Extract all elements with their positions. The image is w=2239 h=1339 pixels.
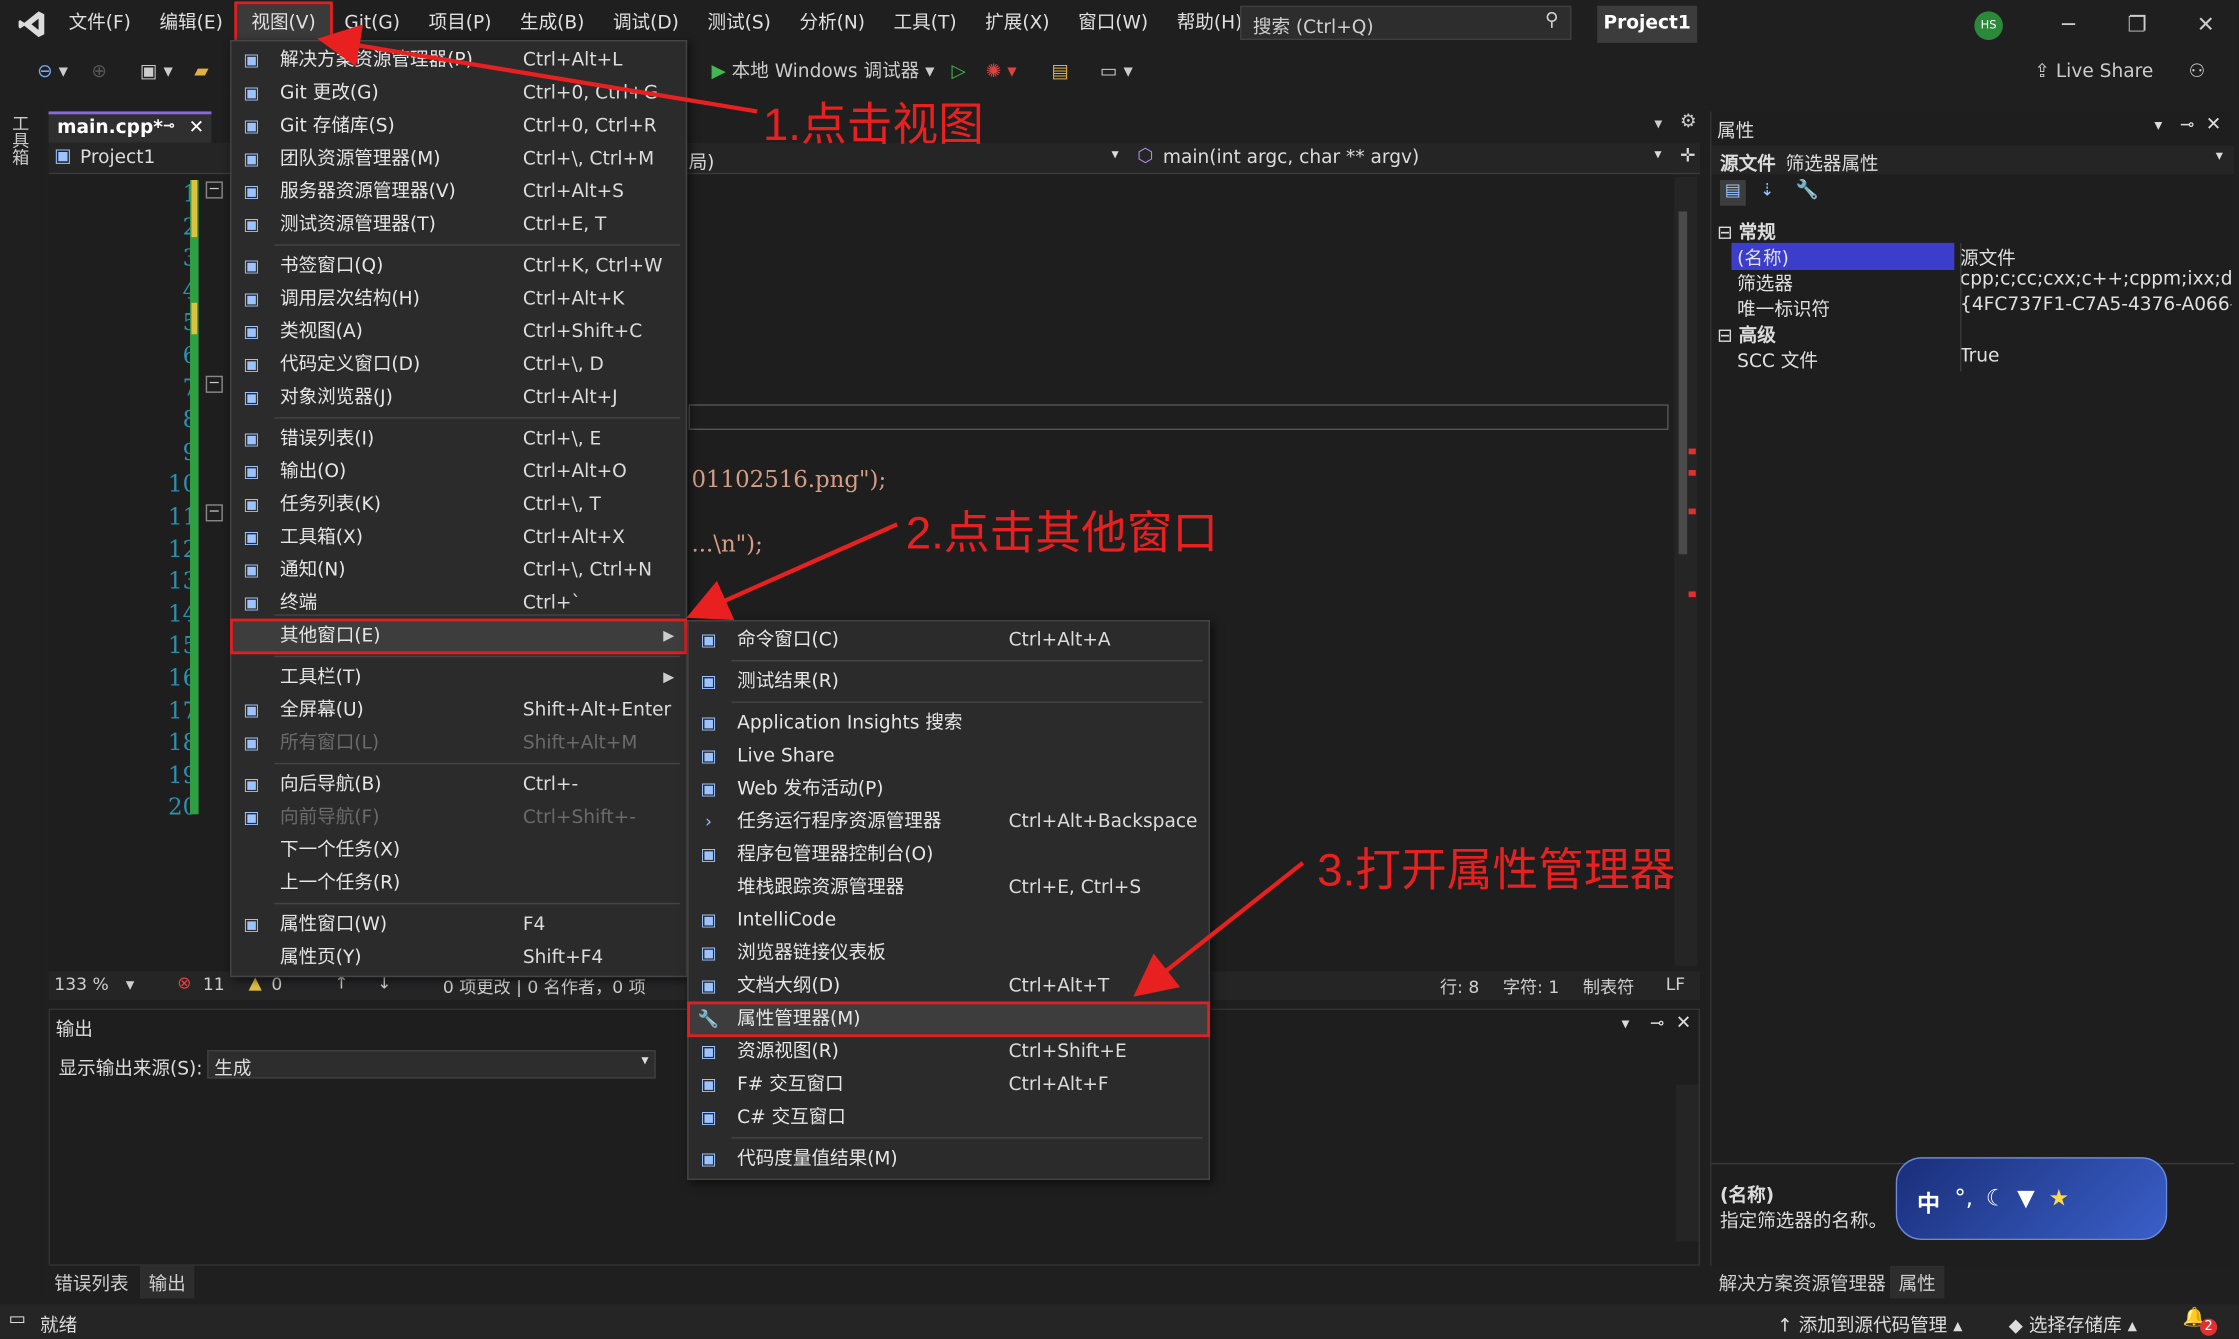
annotation-step1: 1.点击视图: [762, 98, 984, 151]
annotation-arrows: [317, 24, 1305, 997]
annotation-step2: 2.点击其他窗口: [905, 507, 1219, 559]
annotation-step3: 3.打开属性管理器: [1317, 844, 1676, 896]
